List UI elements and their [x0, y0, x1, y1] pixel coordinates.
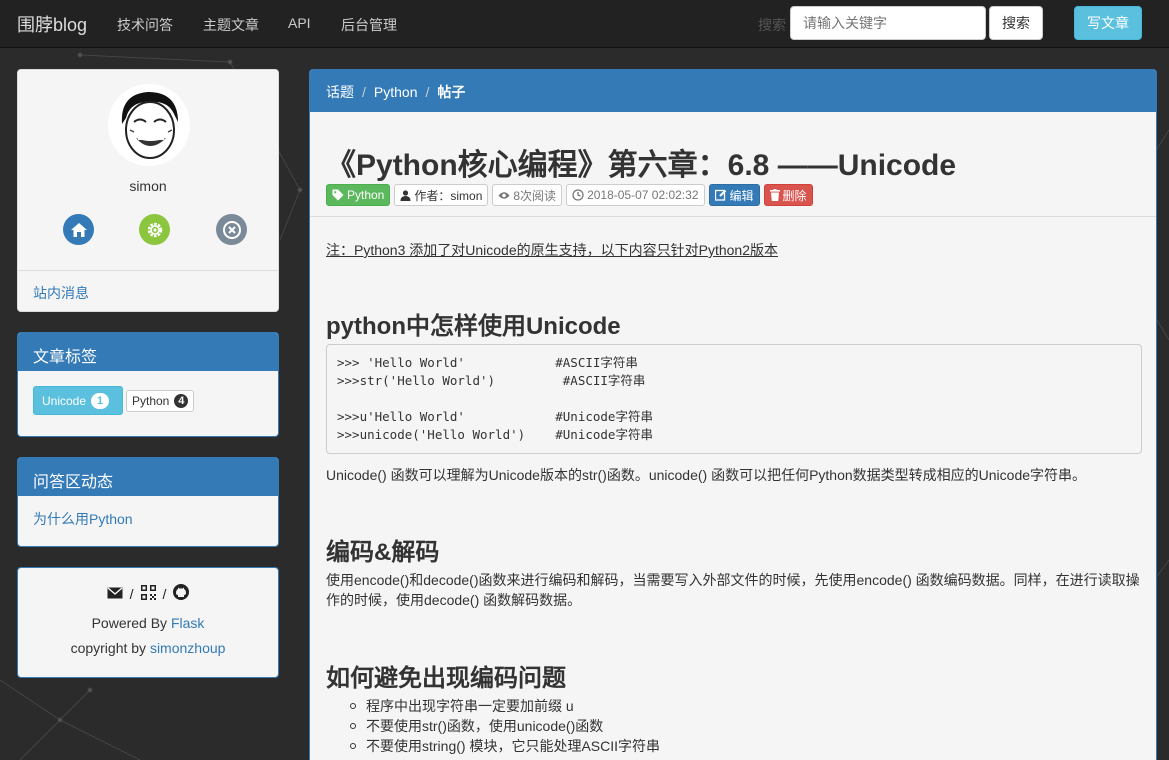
powered-by-text: Powered By	[91, 615, 171, 631]
nav-item-articles[interactable]: 主题文章	[203, 15, 259, 35]
logout-icon[interactable]	[216, 214, 247, 245]
github-icon[interactable]	[173, 584, 190, 603]
tags-panel-title: 文章标签	[18, 333, 278, 371]
breadcrumb: 话题 / Python / 帖子	[310, 70, 1156, 112]
list-item-text: 不要使用str()函数，使用unicode()函数	[366, 718, 604, 734]
breadcrumb-separator: /	[425, 84, 430, 100]
search-label: 搜索	[758, 17, 786, 33]
clock-icon	[572, 189, 584, 201]
list-item: 不要使用string() 模块，它只能处理ASCII字符串	[350, 736, 660, 756]
code-block: >>> 'Hello World' #ASCII字符串 >>>str('Hell…	[326, 344, 1142, 454]
nav-item-qa[interactable]: 技术问答	[117, 15, 173, 35]
trash-icon	[769, 189, 780, 201]
list-item-text: 不要使用string() 模块，它只能处理ASCII字符串	[366, 738, 661, 754]
qa-item-link[interactable]: 为什么用Python	[33, 509, 133, 529]
qrcode-icon[interactable]	[140, 584, 156, 603]
breadcrumb-topics[interactable]: 话题	[326, 84, 354, 100]
tag-label: Unicode	[42, 393, 87, 408]
avatar-face-image	[108, 84, 190, 166]
user-icon	[400, 189, 411, 201]
eye-icon	[498, 191, 510, 200]
copyright-line: copyright by simonzhoup	[18, 640, 278, 656]
post-date-text: 2018-05-07 02:02:32	[587, 188, 699, 202]
breadcrumb-current: 帖子	[437, 84, 466, 100]
brand-link[interactable]: 围脖blog	[17, 11, 87, 37]
list-item-text: 程序中出现字符串一定要加前缀 u	[366, 698, 574, 714]
tag-python-button[interactable]: Python 4	[126, 390, 195, 412]
edit-post-button[interactable]: 编辑	[708, 184, 760, 206]
breadcrumb-separator: /	[362, 84, 366, 100]
section-heading-avoid-issues: 如何避免出现编码问题	[326, 665, 566, 692]
code-line: >>> 'Hello World' #ASCII字符串	[337, 355, 638, 370]
encode-decode-paragraph: 使用encode()和decode()函数来进行编码和解码，当需要写入外部文件的…	[326, 572, 1140, 608]
site-messages-link[interactable]: 站内消息	[33, 283, 89, 303]
post-panel: 话题 / Python / 帖子 《Python核心编程》第六章：6.8 ——Unico…	[309, 69, 1157, 760]
tag-count-badge: 1	[91, 392, 110, 409]
bullet	[350, 723, 356, 729]
qa-activity-panel: 问答区动态 为什么用Python	[17, 457, 279, 547]
edit-icon	[714, 189, 727, 201]
tips-list: 程序中出现字符串一定要加前缀 u 不要使用str()函数，使用unicode()…	[350, 696, 660, 756]
home-icon[interactable]	[63, 214, 94, 245]
post-author-label: 作者：simon	[394, 184, 489, 206]
footer-separator: /	[129, 585, 134, 602]
powered-by-line: Powered By Flask	[18, 615, 278, 631]
post-note: 注：Python3 添加了对Unicode的原生支持，以下内容只针对Python…	[326, 242, 778, 258]
avatar[interactable]	[108, 84, 190, 166]
post-views-text: 8次阅读	[513, 188, 557, 203]
flask-link[interactable]: Flask	[171, 615, 204, 631]
author-link[interactable]: simonzhoup	[150, 640, 226, 656]
list-item: 程序中出现字符串一定要加前缀 u	[350, 696, 660, 716]
breadcrumb-python[interactable]: Python	[374, 84, 418, 100]
qa-panel-title: 问答区动态	[18, 458, 278, 496]
code-line: >>>u'Hello World' #Unicode字符串	[337, 409, 653, 424]
edit-post-text: 编辑	[729, 188, 754, 203]
post-title: 《Python核心编程》第六章：6.8 ——Unicode	[326, 149, 957, 182]
profile-username: simon	[129, 178, 167, 194]
search-input[interactable]	[790, 6, 986, 40]
bullet	[350, 743, 356, 749]
delete-post-text: 删除	[782, 188, 807, 203]
tag-count-badge: 4	[174, 394, 189, 408]
copyright-text: copyright by	[70, 640, 150, 656]
bullet	[350, 703, 356, 709]
usage-paragraph: Unicode() 函数可以理解为Unicode版本的str()函数。unico…	[326, 467, 1087, 483]
settings-icon[interactable]	[139, 214, 170, 245]
section-heading-usage: python中怎样使用Unicode	[326, 313, 621, 340]
footer-separator: /	[162, 585, 167, 602]
footer-icons: / /	[18, 584, 278, 603]
post-views-label: 8次阅读	[492, 184, 563, 206]
tag-icon	[332, 189, 344, 201]
delete-post-button[interactable]: 删除	[763, 184, 813, 206]
post-tag-label[interactable]: Python	[326, 184, 391, 206]
post-meta: Python 作者：simon 8次阅读 2018-05-07 02:02:32…	[326, 184, 813, 206]
profile-divider	[18, 270, 278, 271]
title-divider	[310, 216, 1156, 217]
tag-label: Python	[132, 394, 170, 408]
post-date-label: 2018-05-07 02:02:32	[566, 184, 705, 206]
nav-item-admin[interactable]: 后台管理	[341, 15, 397, 35]
list-item: 不要使用str()函数，使用unicode()函数	[350, 716, 660, 736]
code-line: >>>unicode('Hello World') #Unicode字符串	[337, 427, 653, 442]
top-navbar: 围脖blog 技术问答 主题文章 API 后台管理 搜索 搜索 写文章	[0, 0, 1169, 48]
section-heading-encode-decode: 编码&解码	[326, 539, 440, 566]
profile-panel: simon 站内消息	[17, 69, 279, 312]
nav-item-api[interactable]: API	[288, 15, 311, 31]
write-article-button[interactable]: 写文章	[1074, 6, 1142, 40]
search-button[interactable]: 搜索	[989, 6, 1043, 40]
post-author-text: 作者：simon	[414, 188, 483, 203]
post-tag-text: Python	[347, 188, 385, 202]
tag-unicode-button[interactable]: Unicode 1	[33, 386, 123, 415]
tags-panel: 文章标签 Unicode 1 Python 4	[17, 332, 279, 437]
mail-icon[interactable]	[107, 586, 123, 602]
footer-panel: / / Powered By Flask copyright by simonz…	[17, 567, 279, 678]
code-line: >>>str('Hello World') #ASCII字符串	[337, 373, 646, 388]
